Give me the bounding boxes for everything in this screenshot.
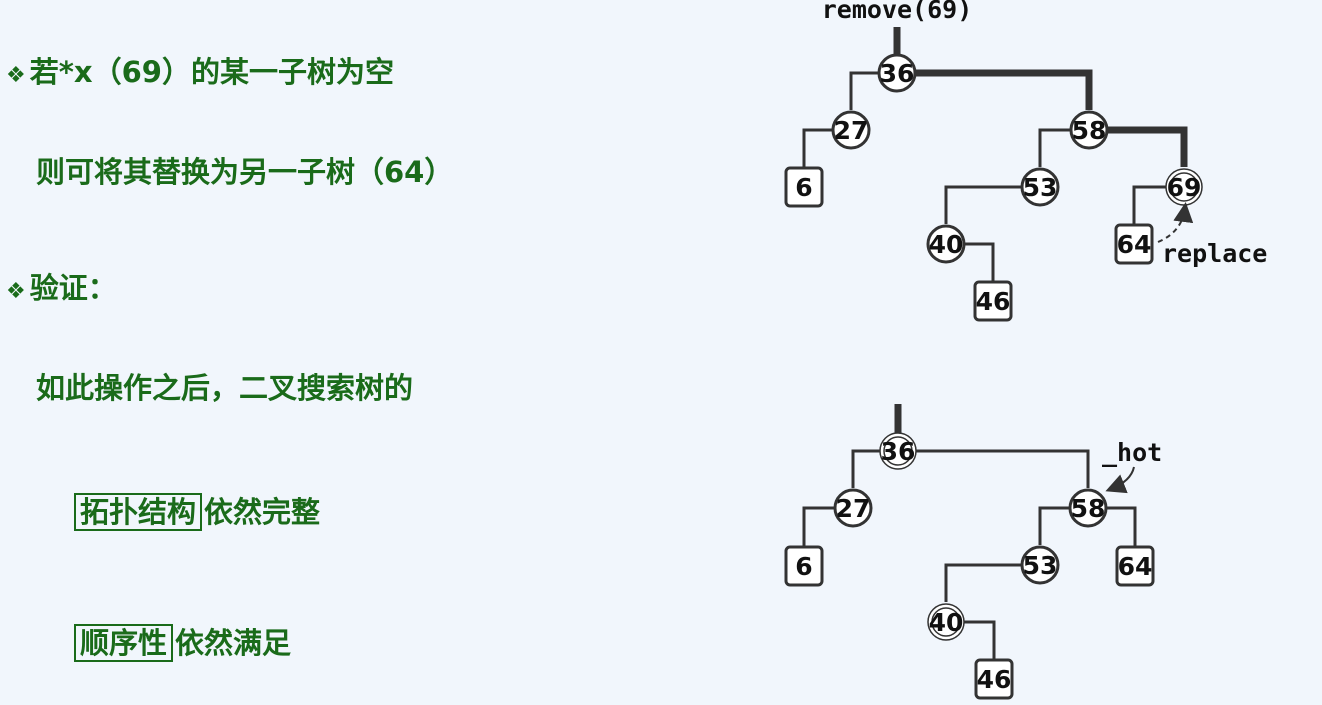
- node-69-label: 69: [1167, 173, 1202, 202]
- edge-36-58: [915, 69, 1093, 110]
- edge-27-6: [802, 128, 833, 167]
- node-6-label: 6: [795, 552, 812, 581]
- node-6: 6: [784, 166, 824, 208]
- tree-diagram: 36 27 58 6 53 69 40 64 46 36 27 58 6 53 64 40 46 remove…: [784, 0, 1267, 700]
- node-58-label: 58: [1071, 494, 1106, 523]
- node-58: 58: [1068, 488, 1108, 528]
- node-64: 64: [1114, 223, 1154, 265]
- edge-40-46: [964, 620, 996, 659]
- edge-69-64: [1132, 185, 1166, 224]
- node-53-label: 53: [1023, 551, 1058, 580]
- node-40-label: 40: [929, 230, 964, 259]
- node-36-label: 36: [881, 437, 916, 466]
- node-64-label: 64: [1118, 552, 1153, 581]
- node-36-label: 36: [880, 59, 915, 88]
- edge-40-46: [964, 242, 995, 281]
- edge-27-6: [802, 506, 835, 546]
- hot-arrow: [1105, 466, 1135, 494]
- edge-58-64: [1106, 506, 1137, 546]
- node-40-label: 40: [929, 608, 964, 637]
- edge-58-53: [1038, 128, 1071, 167]
- edge-53-40: [944, 185, 1022, 224]
- edge-58-53: [1038, 506, 1070, 545]
- node-46: 46: [974, 658, 1014, 700]
- node-6: 6: [784, 545, 824, 587]
- node-6-label: 6: [795, 173, 812, 202]
- replace-arrow: [1157, 202, 1194, 243]
- node-53: 53: [1020, 545, 1060, 585]
- remove-op-label: remove(69): [822, 0, 973, 24]
- node-40: 40: [927, 603, 965, 641]
- edge-53-40: [944, 563, 1022, 602]
- node-69: 69: [1165, 168, 1203, 206]
- hot-annotation: _hot: [1102, 438, 1162, 467]
- node-46: 46: [973, 280, 1013, 322]
- edge-36-27: [851, 449, 880, 488]
- tree-after-edges: [802, 404, 1137, 659]
- node-64: 64: [1115, 545, 1155, 587]
- node-27-label: 27: [834, 116, 869, 145]
- node-58-label: 58: [1072, 116, 1107, 145]
- edge-36-58: [916, 449, 1090, 488]
- node-27-label: 27: [836, 494, 871, 523]
- node-64-label: 64: [1117, 230, 1152, 259]
- node-46-label: 46: [977, 665, 1012, 694]
- node-53-label: 53: [1023, 173, 1058, 202]
- node-58: 58: [1069, 110, 1109, 150]
- node-27: 27: [831, 110, 871, 150]
- node-46-label: 46: [976, 287, 1011, 316]
- replace-annotation: replace: [1162, 239, 1267, 268]
- node-27: 27: [833, 488, 873, 528]
- node-53: 53: [1020, 167, 1060, 207]
- node-40: 40: [926, 224, 966, 264]
- node-36: 36: [877, 53, 917, 93]
- edge-36-27: [849, 71, 879, 110]
- edge-58-69: [1107, 126, 1188, 167]
- node-36: 36: [879, 432, 917, 470]
